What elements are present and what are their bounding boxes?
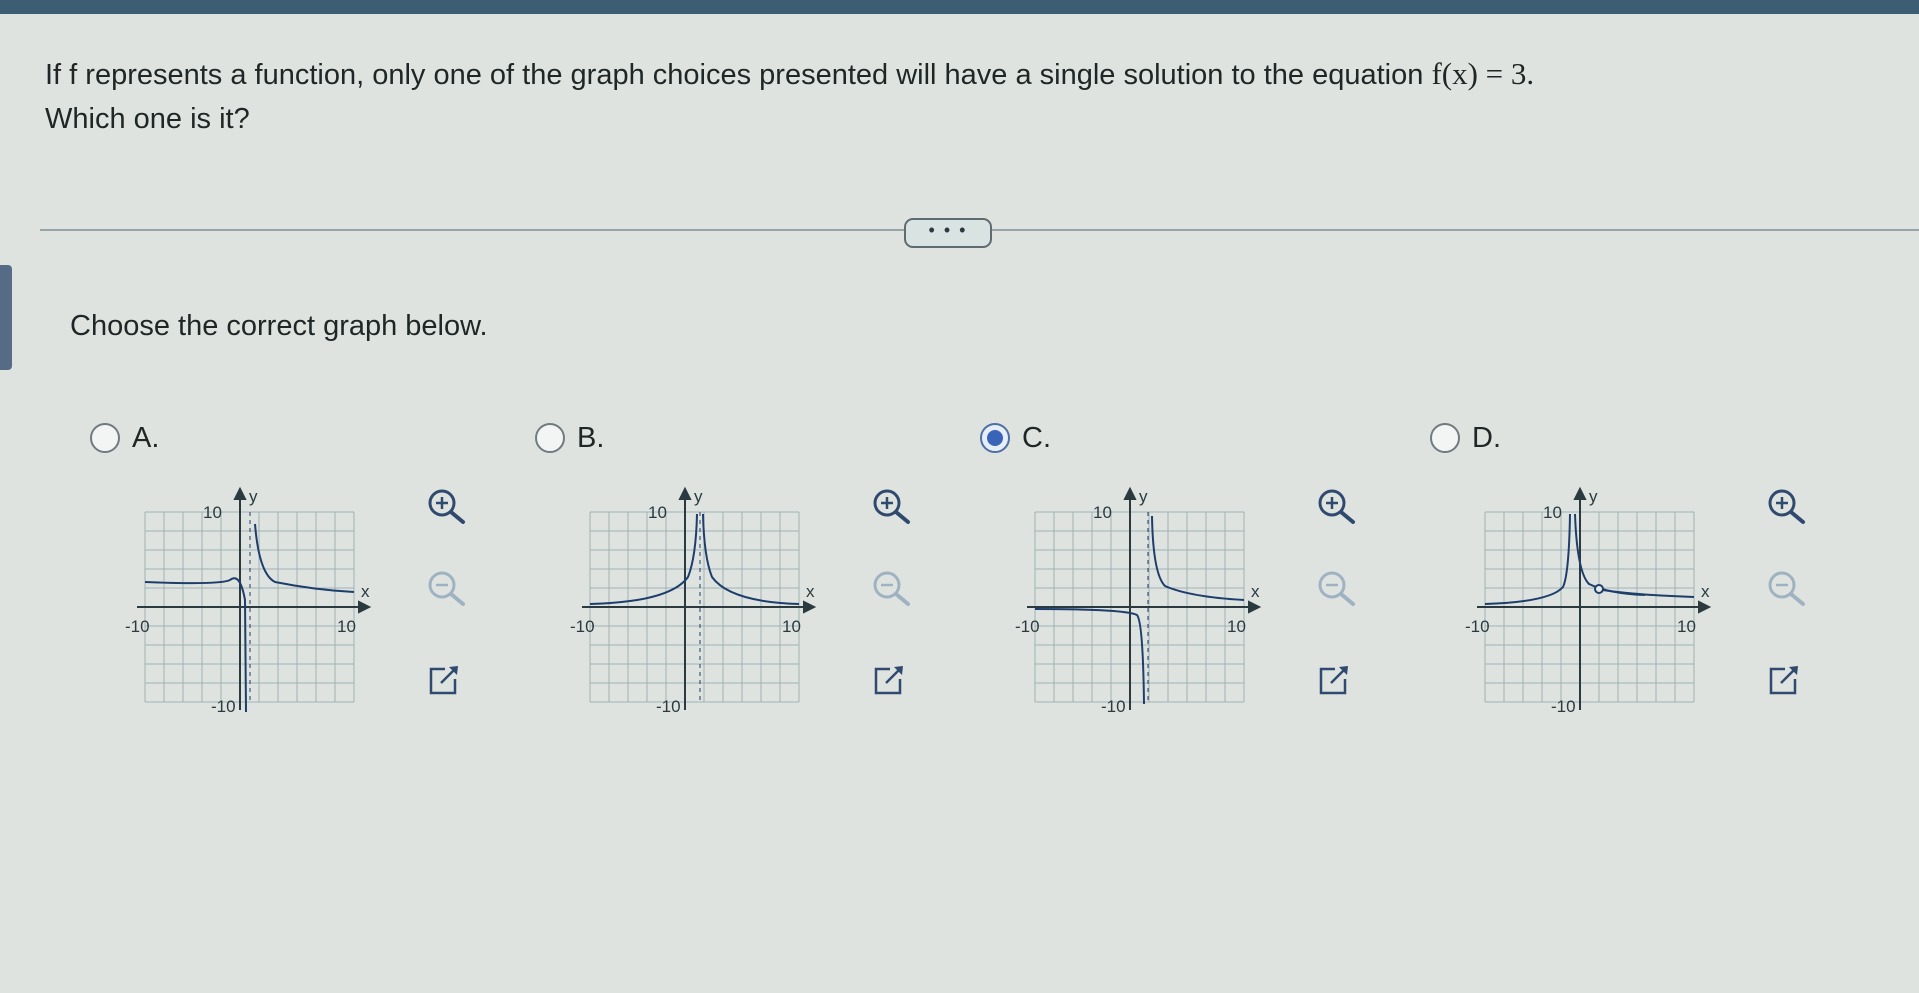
question-line-1: If f represents a function, only one of …: [45, 59, 1424, 91]
option-d-graph-svg: y x 10 -10 -10 10: [1465, 486, 1712, 716]
y-top-tick-label: 10: [1093, 503, 1112, 522]
y-axis-label: y: [1139, 487, 1148, 506]
y-top-tick-label: 10: [1543, 503, 1562, 522]
x-axis-label: x: [1701, 582, 1710, 601]
side-panel-tab[interactable]: [0, 265, 12, 370]
option-b-radio[interactable]: [535, 423, 565, 453]
y-bottom-tick-label: -10: [1101, 697, 1126, 716]
y-top-tick-label: 10: [203, 503, 222, 522]
option-c-popout-button[interactable]: [1315, 663, 1351, 704]
option-c: C. y x 10 -10 -10 10: [970, 418, 1410, 758]
external-link-icon: [1769, 666, 1798, 695]
option-a: A. y x 10 -10 -10 10: [80, 418, 520, 758]
question-text: If f represents a function, only one of …: [45, 52, 1905, 141]
question-line-2: Which one is it?: [45, 103, 250, 135]
external-link-icon: [1319, 666, 1348, 695]
zoom-out-icon: [873, 571, 910, 606]
option-b-curve-right: [702, 513, 800, 605]
y-bottom-tick-label: -10: [211, 697, 236, 716]
x-right-tick-label: 10: [782, 617, 801, 636]
option-a-popout-button[interactable]: [425, 663, 461, 704]
y-bottom-tick-label: -10: [656, 697, 681, 716]
x-right-tick-label: 10: [1677, 617, 1696, 636]
option-c-curve-right: [1151, 515, 1245, 601]
x-left-tick-label: -10: [125, 617, 150, 636]
option-b-label: B.: [577, 421, 605, 454]
option-c-zoom-in-button[interactable]: [1315, 486, 1357, 533]
x-axis-label: x: [806, 582, 815, 601]
option-a-zoom-in-button[interactable]: [425, 486, 467, 533]
zoom-in-icon: [428, 489, 465, 524]
x-left-tick-label: -10: [1465, 617, 1490, 636]
option-a-graph: y x 10 -10 -10 10: [125, 482, 405, 732]
x-right-tick-label: 10: [1227, 617, 1246, 636]
y-bottom-tick-label: -10: [1551, 697, 1576, 716]
option-d-label: D.: [1472, 421, 1501, 454]
option-a-curve-right: [254, 523, 355, 593]
option-c-choice[interactable]: C.: [980, 418, 1051, 458]
y-axis-label: y: [249, 487, 258, 506]
radio-selected-dot: [987, 430, 1003, 446]
graph-axes: [1477, 486, 1712, 710]
external-link-icon: [874, 666, 903, 695]
option-d-choice[interactable]: D.: [1430, 418, 1501, 458]
option-a-graph-svg: y x 10 -10 -10 10: [125, 486, 372, 716]
option-c-curve-left: [1034, 608, 1145, 705]
option-a-zoom-out-button[interactable]: [425, 568, 467, 615]
x-axis-label: x: [1251, 582, 1260, 601]
option-b: B. y x 10 -10 -10 10: [525, 418, 965, 758]
option-c-radio[interactable]: [980, 423, 1010, 453]
x-axis-label: x: [361, 582, 370, 601]
option-b-zoom-in-button[interactable]: [870, 486, 912, 533]
option-d-popout-button[interactable]: [1765, 663, 1801, 704]
y-axis-label: y: [1589, 487, 1598, 506]
option-a-radio[interactable]: [90, 423, 120, 453]
option-d-zoom-in-button[interactable]: [1765, 486, 1807, 533]
x-left-tick-label: -10: [570, 617, 595, 636]
zoom-out-icon: [428, 571, 465, 606]
option-a-choice[interactable]: A.: [90, 418, 159, 458]
option-d-open-point: [1594, 584, 1604, 594]
zoom-in-icon: [1768, 489, 1805, 524]
option-c-label: C.: [1022, 421, 1051, 454]
option-c-graph: y x 10 -10 -10 10: [1015, 482, 1295, 732]
option-d-zoom-out-button[interactable]: [1765, 568, 1807, 615]
top-bar: [0, 0, 1919, 14]
question-equation: f(x) = 3.: [1431, 56, 1535, 91]
zoom-out-icon: [1318, 571, 1355, 606]
option-b-graph: y x 10 -10 -10 10: [570, 482, 850, 732]
option-c-zoom-out-button[interactable]: [1315, 568, 1357, 615]
option-d-radio[interactable]: [1430, 423, 1460, 453]
option-c-graph-svg: y x 10 -10 -10 10: [1015, 486, 1262, 716]
y-axis-label: y: [694, 487, 703, 506]
zoom-in-icon: [1318, 489, 1355, 524]
option-b-curve-left: [589, 513, 698, 605]
option-b-choice[interactable]: B.: [535, 418, 604, 458]
option-b-popout-button[interactable]: [870, 663, 906, 704]
option-a-label: A.: [132, 421, 160, 454]
zoom-in-icon: [873, 489, 910, 524]
zoom-out-icon: [1768, 571, 1805, 606]
x-right-tick-label: 10: [337, 617, 356, 636]
graph-axes: [582, 486, 817, 710]
show-more-button[interactable]: • • •: [904, 218, 992, 248]
option-b-zoom-out-button[interactable]: [870, 568, 912, 615]
instruction-text: Choose the correct graph below.: [70, 310, 488, 342]
option-d-curve-tail: [1602, 589, 1695, 598]
external-link-icon: [429, 666, 458, 695]
option-d-curve-right: [1574, 513, 1646, 596]
x-left-tick-label: -10: [1015, 617, 1040, 636]
graph-axes: [137, 486, 372, 710]
option-d-curve-left: [1484, 513, 1571, 605]
option-d-graph: y x 10 -10 -10 10: [1465, 482, 1745, 732]
option-d: D. y x 10 -10 -10 10: [1420, 418, 1860, 758]
y-top-tick-label: 10: [648, 503, 667, 522]
option-b-graph-svg: y x 10 -10 -10 10: [570, 486, 817, 716]
